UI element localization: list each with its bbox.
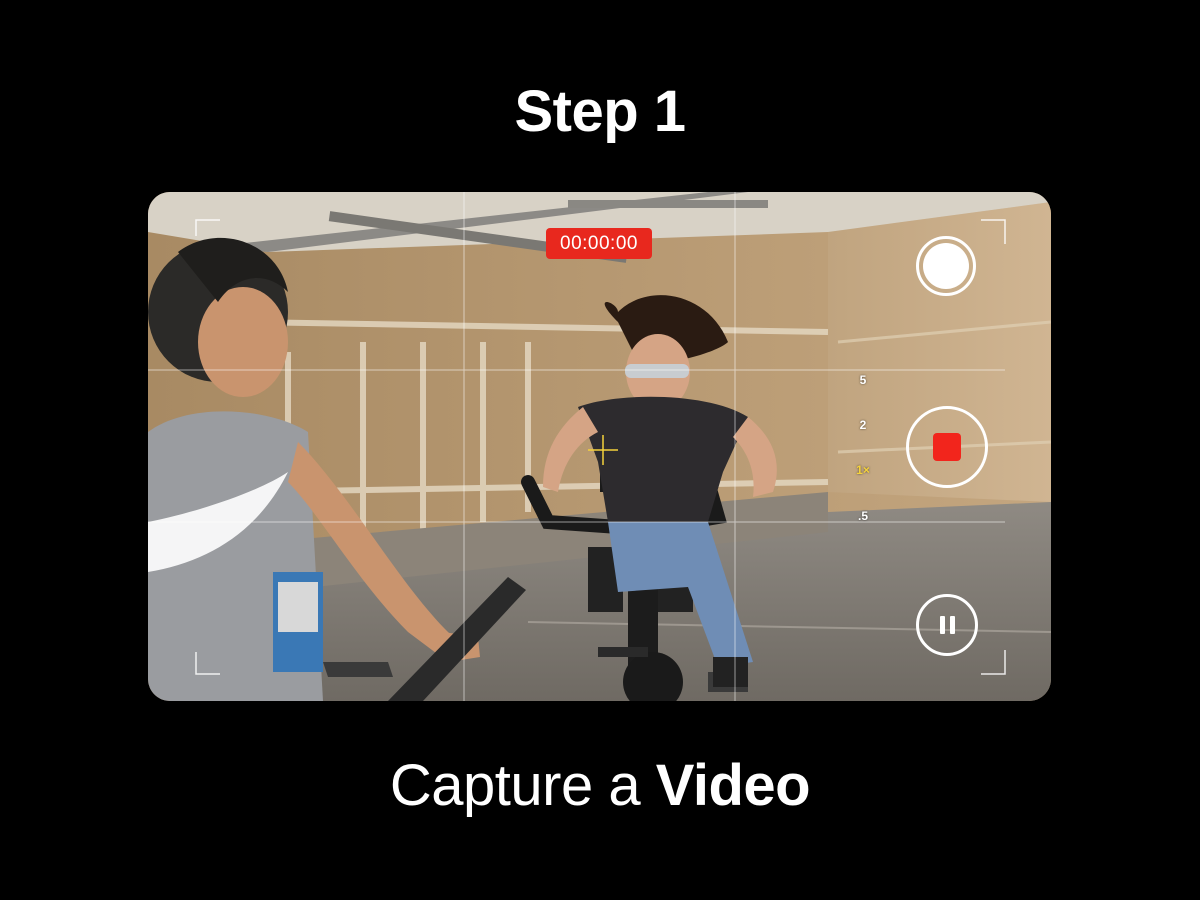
step-title: Step 1: [514, 79, 686, 144]
caption: Capture a Video: [0, 752, 1200, 819]
caption-emphasis: Video: [655, 753, 811, 818]
zoom-level-5[interactable]: 5: [848, 373, 878, 387]
zoom-level-1x[interactable]: 1×: [848, 463, 878, 477]
shutter-icon: [923, 243, 969, 289]
caption-prefix: Capture a: [389, 753, 656, 818]
zoom-level-2[interactable]: 2: [848, 418, 878, 432]
camera-viewfinder[interactable]: 00:00:00 5 2 1× .5: [148, 192, 1051, 701]
pause-icon: [939, 616, 955, 634]
recording-timer: 00:00:00: [546, 228, 652, 259]
zoom-level-0-5[interactable]: .5: [848, 509, 878, 523]
stop-icon: [933, 433, 961, 461]
record-stop-button[interactable]: [906, 406, 988, 488]
pause-button[interactable]: [916, 594, 978, 656]
shutter-button[interactable]: [916, 236, 976, 296]
